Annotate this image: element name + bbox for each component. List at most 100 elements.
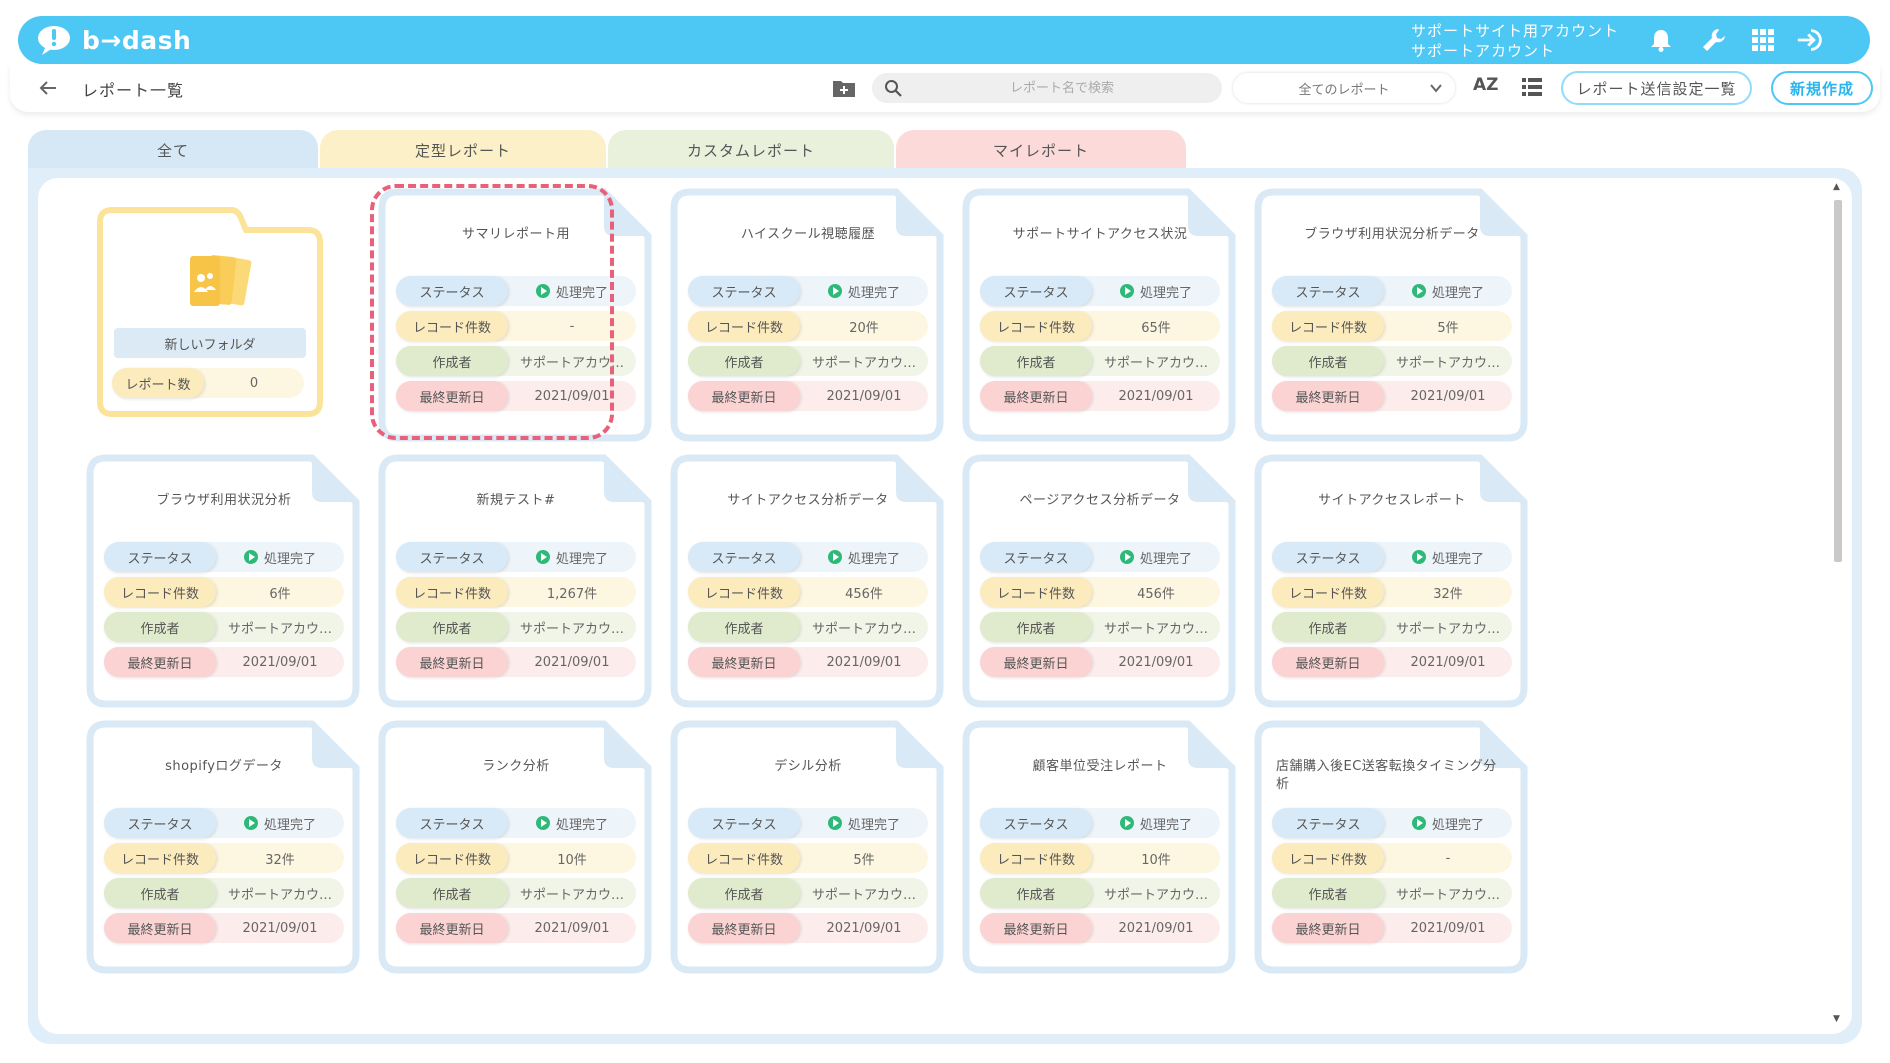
scrollbar-thumb[interactable] bbox=[1834, 200, 1842, 562]
status-play-icon bbox=[827, 284, 842, 298]
scroll-up-icon[interactable]: ▲ bbox=[1833, 182, 1840, 192]
report-card[interactable]: サポートサイトアクセス状況 ステータス 処理完了 レコード件数 65件 作成者 サポートアカ… bbox=[962, 186, 1238, 476]
report-author-value: サポートアカウ… bbox=[519, 621, 624, 637]
bell-icon[interactable] bbox=[1646, 25, 1676, 55]
logout-icon[interactable] bbox=[1796, 25, 1826, 55]
report-title: ブラウザ利用状況分析データ bbox=[1304, 227, 1480, 242]
report-card[interactable]: shopifyログデータ ステータス 処理完了 レコード件数 32件 作成者 サポートアカウ… bbox=[86, 718, 362, 1008]
report-card[interactable]: デシル分析 ステータス 処理完了 レコード件数 5件 作成者 サポートアカウ… 最終更新日 20… bbox=[670, 718, 946, 1008]
report-status-row: ステータス 処理完了 bbox=[980, 542, 1220, 572]
report-author-label: 作成者 bbox=[980, 612, 1092, 642]
report-card[interactable]: サイトアクセス分析データ ステータス 処理完了 レコード件数 456件 作成者 サポートアカ… bbox=[670, 452, 946, 742]
report-records-row: レコード件数 32件 bbox=[1272, 577, 1512, 607]
status-play-icon bbox=[1119, 284, 1134, 298]
report-status-label: ステータス bbox=[980, 276, 1092, 306]
report-status-row: ステータス 処理完了 bbox=[688, 276, 928, 306]
report-status-row: ステータス 処理完了 bbox=[1272, 276, 1512, 306]
tab-custom[interactable]: カスタムレポート bbox=[608, 130, 894, 170]
report-status-text: 処理完了 bbox=[1431, 817, 1484, 833]
report-records-row: レコード件数 65件 bbox=[980, 311, 1220, 341]
back-arrow-icon[interactable] bbox=[36, 76, 60, 100]
report-records-value: 456件 bbox=[1137, 586, 1175, 602]
report-status-label: ステータス bbox=[104, 542, 216, 572]
report-card[interactable]: 店舗購入後EC送客転換タイミング分析 ステータス 処理完了 レコード件数 - 作成者 サポー… bbox=[1254, 718, 1530, 1008]
report-date-row: 最終更新日 2021/09/01 bbox=[1272, 381, 1512, 411]
report-card[interactable]: 新規テスト# ステータス 処理完了 レコード件数 1,267件 作成者 サポートアカウ… 最終… bbox=[378, 452, 654, 742]
report-author-value: サポートアカウ… bbox=[811, 621, 916, 637]
status-play-icon bbox=[1119, 550, 1134, 564]
list-view-icon[interactable] bbox=[1522, 78, 1542, 96]
page-title: レポート一覧 bbox=[82, 81, 185, 100]
brand-logo[interactable]: b→dash bbox=[36, 22, 191, 58]
report-author-label: 作成者 bbox=[104, 878, 216, 908]
report-card[interactable]: ページアクセス分析データ ステータス 処理完了 レコード件数 456件 作成者 サポートアカ… bbox=[962, 452, 1238, 742]
report-date-row: 最終更新日 2021/09/01 bbox=[104, 647, 344, 677]
report-author-label: 作成者 bbox=[396, 612, 508, 642]
report-send-settings-button[interactable]: レポート送信設定一覧 bbox=[1561, 71, 1752, 105]
report-author-row: 作成者 サポートアカウ… bbox=[104, 612, 344, 642]
tab-standard[interactable]: 定型レポート bbox=[320, 130, 606, 170]
report-records-row: レコード件数 1,267件 bbox=[396, 577, 636, 607]
report-filter-value: 全てのレポート bbox=[1298, 82, 1390, 98]
report-title: ハイスクール視聴履歴 bbox=[740, 227, 876, 242]
status-play-icon bbox=[1119, 816, 1134, 830]
scroll-down-icon[interactable]: ▼ bbox=[1833, 1014, 1840, 1024]
report-card[interactable]: ブラウザ利用状況分析 ステータス 処理完了 レコード件数 6件 作成者 サポートアカウ… 最終… bbox=[86, 452, 362, 742]
tab-my-label: マイレポート bbox=[992, 141, 1089, 160]
report-date-label: 最終更新日 bbox=[396, 913, 508, 943]
tab-all[interactable]: 全て bbox=[28, 130, 318, 170]
report-card[interactable]: ランク分析 ステータス 処理完了 レコード件数 10件 作成者 サポートアカウ… 最終更新日 2… bbox=[378, 718, 654, 1008]
report-date-value: 2021/09/01 bbox=[1118, 920, 1194, 936]
report-title: サポートサイトアクセス状況 bbox=[1012, 227, 1188, 242]
report-date-label: 最終更新日 bbox=[688, 913, 800, 943]
report-status-text: 処理完了 bbox=[555, 817, 608, 833]
report-filter-select[interactable]: 全てのレポート bbox=[1233, 73, 1455, 103]
report-status-row: ステータス 処理完了 bbox=[980, 808, 1220, 838]
status-play-icon bbox=[535, 550, 550, 564]
report-status-text: 処理完了 bbox=[263, 551, 316, 567]
report-status-value: 処理完了 bbox=[508, 808, 636, 838]
report-date-value: 2021/09/01 bbox=[534, 654, 610, 670]
folder-report-count-label: レポート数 bbox=[112, 368, 204, 398]
account-info[interactable]: サポートサイト用アカウント サポートアカウント bbox=[1411, 21, 1619, 61]
report-date-row: 最終更新日 2021/09/01 bbox=[688, 381, 928, 411]
search-icon bbox=[885, 80, 902, 97]
report-records-row: レコード件数 10件 bbox=[980, 843, 1220, 873]
folder-add-icon[interactable] bbox=[832, 78, 856, 98]
folder-card[interactable]: 新しいフォルダ レポート数 0 bbox=[96, 188, 326, 418]
scrollbar[interactable]: ▲ ▼ bbox=[1831, 180, 1845, 1030]
report-date-value: 2021/09/01 bbox=[534, 920, 610, 936]
report-author-row: 作成者 サポートアカウ… bbox=[1272, 878, 1512, 908]
report-card[interactable]: ブラウザ利用状況分析データ ステータス 処理完了 レコード件数 5件 作成者 サポートアカウ… bbox=[1254, 186, 1530, 476]
tab-custom-label: カスタムレポート bbox=[686, 141, 815, 160]
report-date-label: 最終更新日 bbox=[980, 647, 1092, 677]
report-card[interactable]: 顧客単位受注レポート ステータス 処理完了 レコード件数 10件 作成者 サポートアカウ… 最… bbox=[962, 718, 1238, 1008]
report-card[interactable]: サイトアクセスレポート ステータス 処理完了 レコード件数 32件 作成者 サポートアカウ…… bbox=[1254, 452, 1530, 742]
report-status-label: ステータス bbox=[1272, 542, 1384, 572]
report-records-label: レコード件数 bbox=[396, 843, 508, 873]
report-author-label: 作成者 bbox=[688, 612, 800, 642]
report-card[interactable]: ハイスクール視聴履歴 ステータス 処理完了 レコード件数 20件 作成者 サポートアカウ… 最… bbox=[670, 186, 946, 476]
report-status-text: 処理完了 bbox=[1431, 285, 1484, 301]
report-status-label: ステータス bbox=[688, 542, 800, 572]
new-report-button[interactable]: 新規作成 bbox=[1771, 71, 1873, 105]
report-status-value: 処理完了 bbox=[800, 276, 928, 306]
tab-standard-label: 定型レポート bbox=[414, 141, 511, 160]
report-records-label: レコード件数 bbox=[688, 843, 800, 873]
search-input[interactable] bbox=[912, 73, 1212, 103]
report-author-row: 作成者 サポートアカウ… bbox=[1272, 346, 1512, 376]
report-status-row: ステータス 処理完了 bbox=[396, 808, 636, 838]
report-status-row: ステータス 処理完了 bbox=[688, 542, 928, 572]
sort-az-button[interactable]: AZ bbox=[1473, 75, 1498, 95]
apps-grid-icon[interactable] bbox=[1748, 25, 1778, 55]
report-date-value: 2021/09/01 bbox=[1410, 654, 1486, 670]
report-records-row: レコード件数 456件 bbox=[980, 577, 1220, 607]
report-author-row: 作成者 サポートアカウ… bbox=[688, 612, 928, 642]
report-status-label: ステータス bbox=[104, 808, 216, 838]
report-author-label: 作成者 bbox=[1272, 878, 1384, 908]
report-status-value: 処理完了 bbox=[508, 542, 636, 572]
wrench-icon[interactable] bbox=[1699, 25, 1729, 55]
report-date-label: 最終更新日 bbox=[688, 647, 800, 677]
report-title: ブラウザ利用状況分析 bbox=[156, 493, 292, 508]
tab-my[interactable]: マイレポート bbox=[896, 130, 1186, 170]
